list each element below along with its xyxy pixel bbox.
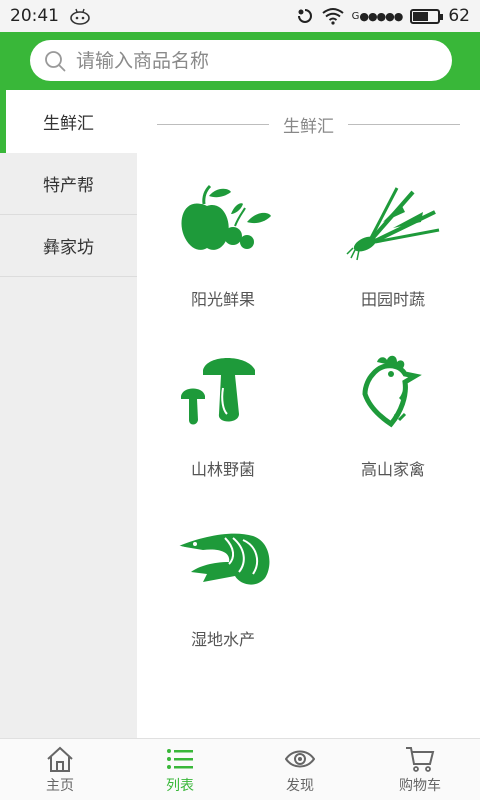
sidebar-item-yi-workshop[interactable]: 彝家坊 <box>0 215 137 277</box>
search-icon <box>45 50 66 71</box>
category-vegetable[interactable]: 田园时蔬 <box>318 182 468 332</box>
status-bar: 20:41 G ●●●●● 62 <box>0 0 480 32</box>
signal-strength: ●●●●● <box>359 9 403 23</box>
eye-icon <box>285 750 315 768</box>
network-type: G <box>351 10 360 22</box>
sidebar-item-specialty[interactable]: 特产帮 <box>0 153 137 215</box>
category-label: 高山家禽 <box>360 460 425 479</box>
category-label: 阳光鲜果 <box>190 290 255 309</box>
sidebar-item-label: 特产帮 <box>43 176 94 196</box>
alarm-icon <box>297 9 312 23</box>
category-sidebar: 生鲜汇 特产帮 彝家坊 <box>0 90 137 738</box>
shrimp-icon <box>176 533 270 585</box>
cart-icon <box>406 747 435 772</box>
home-icon <box>47 746 73 772</box>
status-time: 20:41 <box>10 6 59 26</box>
chicken-icon <box>362 355 422 428</box>
search-input[interactable] <box>76 49 436 72</box>
nav-label: 主页 <box>46 778 74 794</box>
category-label: 山林野菌 <box>190 460 255 479</box>
category-mushroom[interactable]: 山林野菌 <box>148 352 298 502</box>
search-bar[interactable] <box>30 40 452 81</box>
nav-cart[interactable]: 购物车 <box>360 739 480 800</box>
battery-level: 62 <box>448 6 470 26</box>
sidebar-item-fresh[interactable]: 生鲜汇 <box>0 90 137 153</box>
divider <box>157 123 269 125</box>
nav-label: 发现 <box>286 778 314 794</box>
sidebar-item-label: 生鲜汇 <box>43 114 94 134</box>
wifi-icon <box>321 8 344 25</box>
nav-list[interactable]: 列表 <box>120 739 240 800</box>
category-fruit[interactable]: 阳光鲜果 <box>148 182 298 332</box>
list-icon <box>167 749 193 769</box>
category-seafood[interactable]: 湿地水产 <box>148 522 298 672</box>
vegetable-icon <box>346 187 440 261</box>
robot-icon <box>70 8 90 25</box>
nav-discover[interactable]: 发现 <box>240 739 360 800</box>
section-header: 生鲜汇 <box>157 112 460 137</box>
bottom-nav: 主页 列表 发现 购物车 <box>0 738 480 800</box>
battery-icon <box>410 8 444 24</box>
fruit-icon <box>181 184 271 250</box>
mushroom-icon <box>181 358 255 425</box>
divider <box>348 123 460 125</box>
sidebar-item-label: 彝家坊 <box>43 238 94 258</box>
category-content: 生鲜汇 阳光鲜果 田园时蔬 山林野菌 高山家禽 湿地水产 <box>137 90 480 738</box>
category-label: 田园时蔬 <box>360 290 425 309</box>
nav-home[interactable]: 主页 <box>0 739 120 800</box>
section-title: 生鲜汇 <box>283 116 334 137</box>
category-label: 湿地水产 <box>190 630 255 649</box>
nav-label: 购物车 <box>399 778 441 794</box>
nav-label: 列表 <box>166 778 194 794</box>
category-poultry[interactable]: 高山家禽 <box>318 352 468 502</box>
battery-fill <box>413 11 429 21</box>
header <box>0 32 480 90</box>
